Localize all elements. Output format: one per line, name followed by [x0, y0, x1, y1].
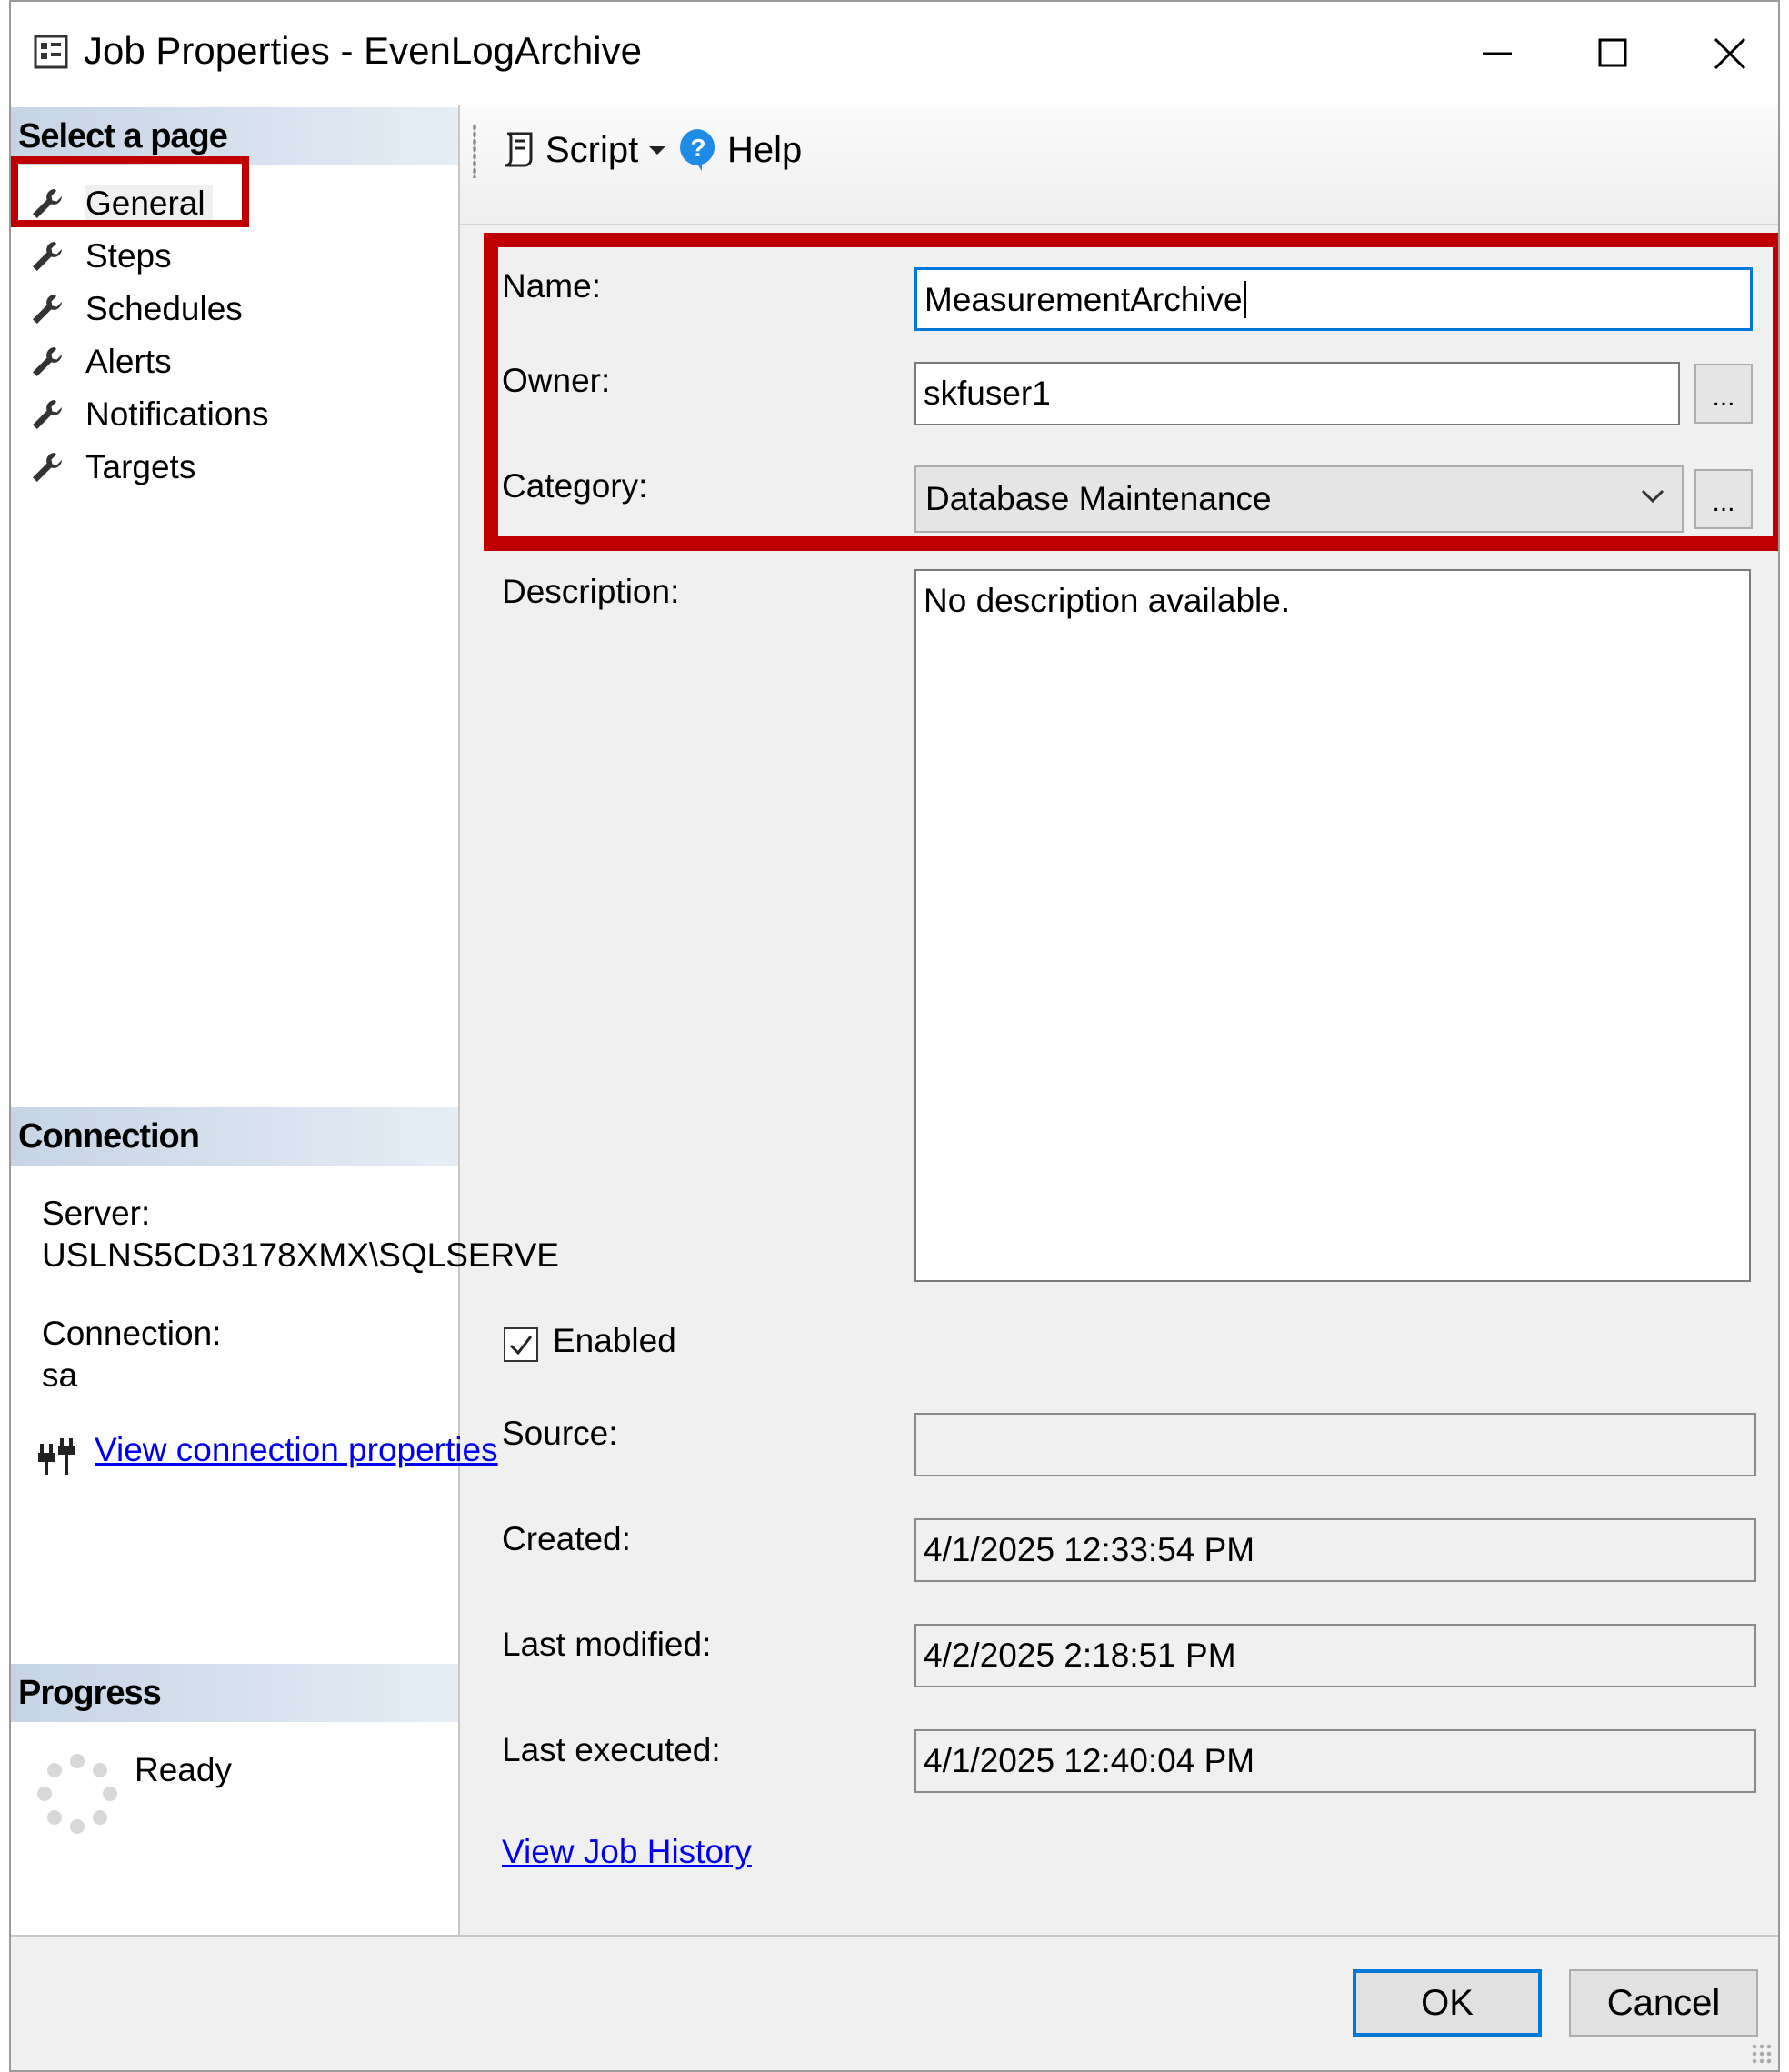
last-modified-field: 4/2/2025 2:18:51 PM [914, 1624, 1756, 1687]
progress-header: Progress [11, 1664, 458, 1722]
created-field: 4/1/2025 12:33:54 PM [914, 1518, 1756, 1582]
dropdown-arrow-icon [649, 146, 665, 155]
toolbar-grip [473, 124, 476, 178]
progress-spinner-icon [37, 1754, 117, 1834]
page-item-label: Targets [85, 448, 196, 485]
page-item-label: Schedules [85, 290, 243, 327]
page-item-label: General [85, 185, 213, 223]
close-icon [1714, 37, 1746, 70]
name-value: MeasurementArchive [924, 281, 1243, 318]
help-label: Help [727, 129, 803, 170]
last-modified-label: Last modified: [502, 1626, 712, 1663]
select-page-header: Select a page [11, 107, 458, 165]
page-item-general[interactable]: General [11, 178, 458, 229]
left-pane: Select a page General Steps Schedules Al… [11, 105, 559, 1935]
wrench-icon [33, 242, 62, 271]
minimize-icon [1483, 52, 1512, 55]
page-item-label: Steps [85, 237, 172, 275]
page-item-label: Alerts [85, 343, 172, 380]
source-label: Source: [502, 1415, 618, 1452]
ok-button[interactable]: OK [1353, 1969, 1542, 2037]
bottom-separator [11, 1935, 1778, 1937]
owner-label: Owner: [502, 362, 611, 399]
name-input[interactable]: MeasurementArchive [914, 267, 1753, 331]
created-label: Created: [502, 1520, 631, 1557]
window-title: Job Properties - EvenLogArchive [84, 29, 642, 72]
script-icon [505, 132, 533, 167]
description-textarea[interactable]: No description available. [914, 569, 1751, 1282]
view-job-history-link[interactable]: View Job History [502, 1833, 752, 1871]
enabled-checkbox[interactable] [504, 1327, 538, 1362]
wrench-icon [33, 347, 62, 376]
script-label: Script [545, 129, 639, 170]
page-item-label: Notifications [85, 395, 269, 433]
last-executed-label: Last executed: [502, 1731, 721, 1768]
script-dropdown-button[interactable] [647, 118, 667, 182]
help-icon: ? [680, 129, 715, 171]
resize-grip-icon[interactable] [1751, 2043, 1773, 2065]
owner-browse-button[interactable]: ... [1694, 364, 1753, 424]
checkmark-icon [509, 1336, 533, 1356]
page-item-alerts[interactable]: Alerts [11, 336, 458, 387]
connection-value: sa [42, 1356, 78, 1394]
svg-text:?: ? [690, 134, 705, 162]
minimize-button[interactable] [1456, 22, 1538, 85]
category-browse-button[interactable]: ... [1694, 469, 1753, 529]
server-label: Server: [42, 1195, 151, 1232]
view-connection-properties-link[interactable]: View connection properties [95, 1431, 498, 1469]
wrench-icon [33, 400, 62, 429]
page-item-notifications[interactable]: Notifications [11, 389, 458, 440]
enabled-label: Enabled [553, 1322, 676, 1359]
category-label: Category: [502, 467, 648, 505]
dialog-window-icon [34, 35, 68, 69]
chevron-down-icon [1641, 489, 1664, 504]
last-executed-field: 4/1/2025 12:40:04 PM [914, 1729, 1756, 1793]
connection-label: Connection: [42, 1315, 222, 1352]
connection-header: Connection [11, 1107, 458, 1166]
wrench-icon [33, 295, 62, 324]
name-label: Name: [502, 267, 601, 305]
category-value: Database Maintenance [925, 480, 1272, 517]
source-field [914, 1413, 1756, 1476]
wrench-icon [33, 189, 62, 218]
plug-icon [38, 1438, 75, 1475]
job-properties-dialog: Job Properties - EvenLogArchive Select a… [9, 0, 1780, 2072]
page-item-targets[interactable]: Targets [11, 442, 458, 493]
close-button[interactable] [1689, 22, 1771, 85]
help-button[interactable]: ? Help [678, 118, 802, 182]
maximize-button[interactable] [1573, 22, 1654, 85]
toolbar: Script ? Help [460, 105, 1778, 225]
server-value: USLNS5CD3178XMX\SQLSERVE [42, 1236, 559, 1274]
maximize-icon [1598, 38, 1627, 67]
owner-input[interactable]: skfuser1 [914, 362, 1680, 425]
cancel-button[interactable]: Cancel [1569, 1969, 1758, 2037]
progress-status: Ready [135, 1751, 232, 1788]
description-label: Description: [502, 573, 680, 610]
title-bar: Job Properties - EvenLogArchive [11, 2, 1778, 105]
page-item-steps[interactable]: Steps [11, 231, 458, 282]
wrench-icon [33, 453, 62, 482]
text-cursor [1244, 281, 1246, 318]
category-select[interactable]: Database Maintenance [914, 465, 1684, 533]
page-item-schedules[interactable]: Schedules [11, 284, 458, 335]
script-button[interactable]: Script [500, 118, 638, 182]
